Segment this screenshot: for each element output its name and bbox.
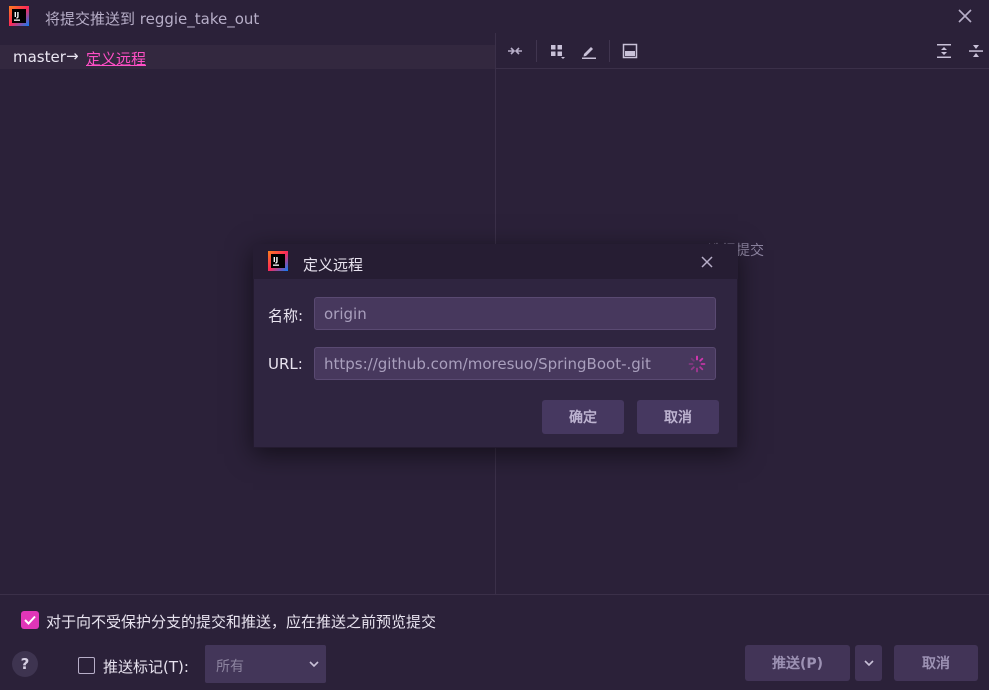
svg-text:IJ: IJ (14, 11, 19, 19)
changes-toolbar (496, 33, 989, 69)
close-icon[interactable] (955, 6, 975, 26)
dialog-cancel-button[interactable]: 取消 (894, 645, 978, 681)
toolbar-separator (609, 40, 610, 62)
push-options-dropdown[interactable] (855, 645, 882, 681)
remote-name-input[interactable] (314, 297, 716, 330)
group-by-icon[interactable] (546, 40, 568, 62)
window-title: 将提交推送到 reggie_take_out (45, 10, 260, 28)
remote-url-input[interactable] (314, 347, 716, 380)
chevron-down-icon (309, 661, 319, 668)
intellij-logo-icon: IJ (9, 6, 29, 26)
preview-commits-label: 对于向不受保护分支的提交和推送，应在推送之前预览提交 (46, 613, 437, 631)
push-tags-checkbox[interactable] (78, 657, 95, 674)
dialog-title: 定义远程 (303, 256, 364, 274)
preview-commits-checkbox[interactable] (21, 611, 39, 629)
remote-url-label: URL: (268, 355, 303, 373)
push-button[interactable]: 推送(P) (745, 645, 850, 681)
local-branch-name: master (13, 48, 66, 66)
push-tags-label: 推送标记(T): (103, 658, 189, 676)
collapse-all-icon[interactable] (965, 40, 987, 62)
chevron-down-icon (863, 660, 874, 667)
svg-text:IJ: IJ (273, 256, 278, 264)
preview-panel-icon[interactable] (619, 40, 641, 62)
close-icon[interactable] (697, 252, 717, 272)
edit-icon[interactable] (578, 40, 600, 62)
branch-arrow: → (66, 47, 79, 65)
define-remote-link[interactable]: 定义远程 (86, 48, 146, 69)
collapse-arrows-icon[interactable] (504, 40, 526, 62)
tags-select-value: 所有 (216, 659, 244, 675)
remote-name-label: 名称: (268, 307, 304, 325)
cancel-button[interactable]: 取消 (637, 400, 719, 434)
toolbar-separator (536, 40, 537, 62)
loading-spinner-icon (688, 355, 706, 373)
help-button[interactable]: ? (12, 651, 38, 677)
checkmark-icon (24, 615, 36, 625)
intellij-logo-icon: IJ (268, 251, 288, 271)
ok-button[interactable]: 确定 (542, 400, 624, 434)
expand-all-icon[interactable] (933, 40, 955, 62)
